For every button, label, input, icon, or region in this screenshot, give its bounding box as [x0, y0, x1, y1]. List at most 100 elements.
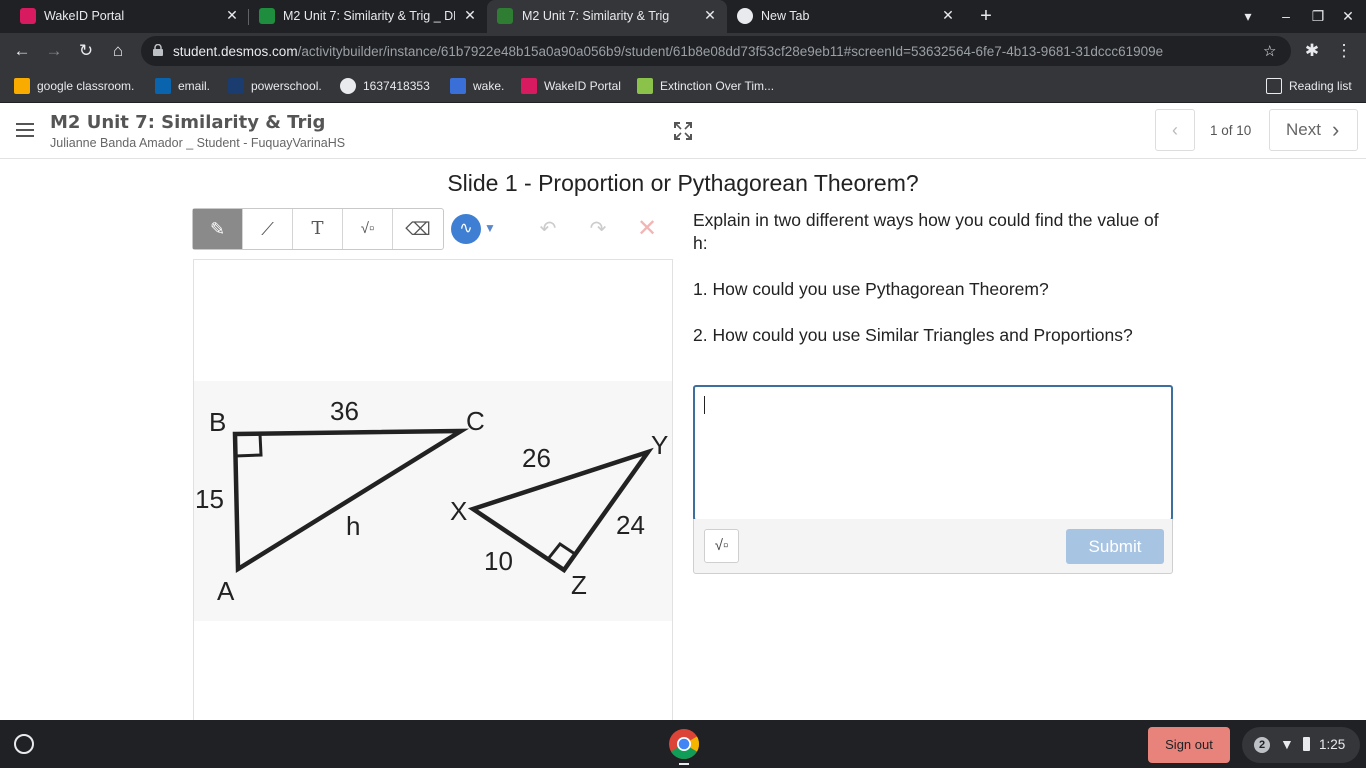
os-shelf: Sign out 2 ▼ 1:25 [0, 720, 1366, 768]
prompt-line: 2. How could you use Similar Triangles a… [693, 325, 1133, 345]
desmos-favicon-icon [497, 8, 513, 24]
eraser-tool-button[interactable]: ⌫ [393, 209, 443, 249]
classroom-favicon-icon [259, 8, 275, 24]
launcher-icon[interactable] [14, 734, 34, 754]
square-root-icon: √▫ [714, 537, 729, 554]
response-footer: √▫ Submit [693, 519, 1173, 574]
pencil-tool-button[interactable]: ✎ [193, 209, 243, 249]
tab-label: New Tab [761, 9, 810, 23]
activity-header: M2 Unit 7: Similarity & Trig Julianne Ba… [0, 103, 1366, 159]
tab-label: M2 Unit 7: Similarity & Trig _ DES [283, 9, 455, 23]
prompt-line: Explain in two different ways how you co… [693, 210, 1159, 253]
label-a: A [217, 576, 235, 606]
reading-list-icon [1266, 78, 1282, 94]
squiggle-icon: ∿ [459, 220, 473, 237]
address-bar[interactable]: student.desmos.com/activitybuilder/insta… [141, 36, 1291, 66]
response-input[interactable] [693, 385, 1173, 521]
wake-icon [450, 78, 466, 94]
text-tool-icon: T [311, 218, 324, 239]
minimize-icon[interactable]: – [1278, 8, 1294, 24]
undo-icon[interactable]: ↶ [536, 216, 560, 241]
clock: 1:25 [1319, 737, 1346, 752]
triangles-figure: B C A 36 15 h X Y Z 26 24 10 [194, 381, 672, 621]
slide-title: Slide 1 - Proportion or Pythagorean Theo… [447, 170, 919, 196]
close-icon[interactable]: ✕ [702, 7, 718, 23]
status-tray[interactable]: 2 ▼ 1:25 [1242, 727, 1360, 763]
tab-unit7-des[interactable]: M2 Unit 7: Similarity & Trig _ DES ✕ [249, 0, 486, 33]
label-26: 26 [522, 443, 551, 473]
student-info: Julianne Banda Amador _ Student - Fuquay… [50, 136, 346, 150]
chrome-icon[interactable] [668, 728, 700, 760]
app-running-indicator [679, 763, 689, 765]
classroom-icon [14, 78, 30, 94]
close-icon[interactable]: ✕ [940, 7, 956, 23]
hamburger-menu-icon[interactable] [16, 123, 34, 137]
lock-icon [153, 44, 163, 56]
line-icon: ⟋ [261, 219, 274, 239]
next-screen-button[interactable]: Next › [1269, 109, 1358, 151]
tab-label: M2 Unit 7: Similarity & Trig [522, 9, 670, 23]
label-15: 15 [195, 484, 224, 514]
menu-icon[interactable]: ⋮ [1333, 40, 1355, 62]
tab-unit7-active[interactable]: M2 Unit 7: Similarity & Trig ✕ [487, 0, 727, 33]
label-z: Z [571, 570, 587, 600]
close-icon[interactable]: ✕ [224, 7, 240, 23]
bookmark-star-icon[interactable]: ☆ [1263, 42, 1276, 60]
notification-count: 2 [1254, 737, 1270, 753]
forward-icon[interactable]: → [43, 40, 65, 62]
wakeid-favicon-icon [20, 8, 36, 24]
submit-button[interactable]: Submit [1066, 529, 1164, 564]
label-36: 36 [330, 396, 359, 426]
outlook-icon [155, 78, 171, 94]
back-icon[interactable]: ← [11, 40, 33, 62]
label-c: C [466, 406, 485, 436]
label-10: 10 [484, 546, 513, 576]
prompt-line: 1. How could you use Pythagorean Theorem… [693, 279, 1049, 299]
chevron-down-icon[interactable]: ▼ [484, 221, 496, 235]
triangle-abc [232, 428, 470, 573]
wifi-icon: ▼ [1280, 736, 1294, 752]
color-picker-button[interactable]: ∿ [451, 214, 481, 244]
fullscreen-icon[interactable] [673, 121, 693, 141]
tab-new-tab[interactable]: New Tab ✕ [727, 0, 964, 33]
math-tool-button[interactable]: √▫ [343, 209, 393, 249]
browser-toolbar: ← → ↻ ⌂ student.desmos.com/activitybuild… [0, 33, 1366, 69]
text-tool-button[interactable]: T [293, 209, 343, 249]
tab-search-icon[interactable]: ▾ [1240, 8, 1256, 24]
text-caret [704, 396, 705, 414]
label-b: B [209, 407, 226, 437]
chevron-left-icon: ‹ [1172, 120, 1178, 140]
label-h: h [346, 511, 360, 541]
math-input-button[interactable]: √▫ [704, 529, 739, 563]
square-root-icon: √▫ [360, 220, 375, 237]
right-angle-mark-b [234, 433, 263, 458]
line-tool-button[interactable]: ⟋ [243, 209, 293, 249]
label-x: X [450, 496, 467, 526]
reload-icon[interactable]: ↻ [75, 40, 97, 62]
restore-icon[interactable]: ❐ [1310, 8, 1326, 24]
redo-icon[interactable]: ↷ [586, 216, 610, 241]
pencil-icon: ✎ [209, 219, 226, 239]
clear-sketch-icon[interactable]: ✕ [635, 214, 659, 243]
extensions-icon[interactable]: ✱ [1301, 40, 1323, 62]
eraser-icon: ⌫ [405, 219, 431, 239]
sign-out-button[interactable]: Sign out [1148, 727, 1230, 763]
chrome-favicon-icon [737, 8, 753, 24]
sketch-canvas[interactable]: B C A 36 15 h X Y Z 26 24 10 [193, 259, 673, 729]
sis-icon [228, 78, 244, 94]
close-icon[interactable]: ✕ [462, 7, 478, 23]
next-label: Next [1286, 120, 1321, 139]
close-window-icon[interactable]: ✕ [1340, 8, 1356, 24]
home-icon[interactable]: ⌂ [107, 40, 129, 62]
sketch-toolbar: ✎ ⟋ T √▫ ⌫ [192, 208, 444, 250]
wakeid-icon [521, 78, 537, 94]
previous-screen-button[interactable]: ‹ [1155, 109, 1195, 151]
tab-wakeid-portal[interactable]: WakeID Portal ✕ [0, 0, 248, 33]
label-24: 24 [616, 510, 645, 540]
screen-counter: 1 of 10 [1210, 123, 1252, 138]
chevron-right-icon: › [1332, 117, 1340, 142]
triangles-diagram: B C A 36 15 h X Y Z 26 24 10 [195, 396, 668, 606]
activity-title: M2 Unit 7: Similarity & Trig [50, 112, 326, 133]
new-tab-icon[interactable]: + [978, 6, 994, 26]
label-y: Y [651, 430, 668, 460]
